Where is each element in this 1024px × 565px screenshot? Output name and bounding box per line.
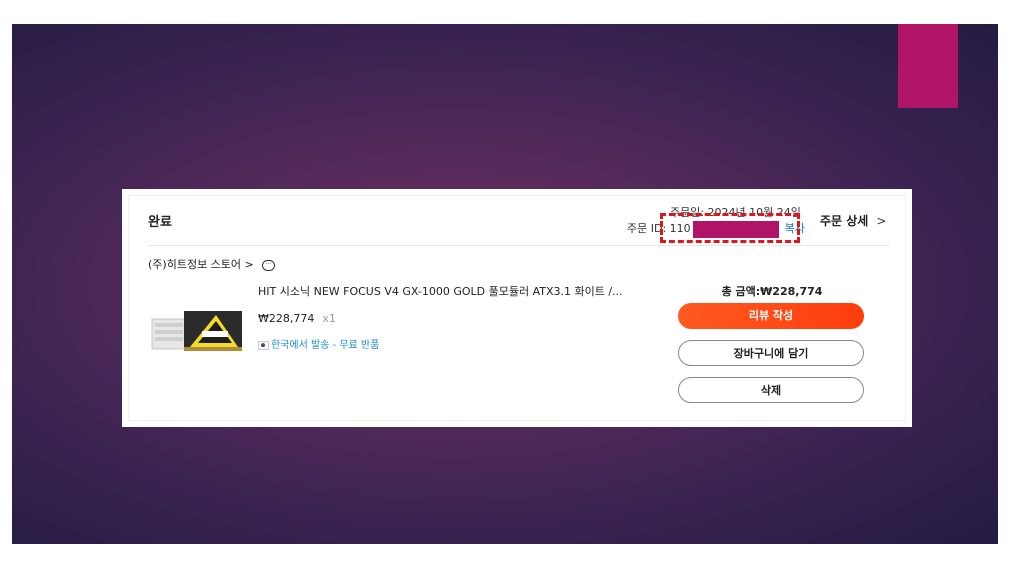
store-link[interactable]: (주)히트정보 스토어 > ··· (148, 256, 275, 272)
delete-button[interactable]: 삭제 (678, 377, 864, 403)
product-title[interactable]: HIT 시소닉 NEW FOCUS V4 GX-1000 GOLD 풀모듈러 A… (258, 283, 623, 299)
store-name: (주)히트정보 스토어 > (148, 258, 254, 271)
quantity: x1 (322, 312, 336, 325)
write-review-button[interactable]: 리뷰 작성 (678, 303, 864, 329)
shipping-info: 한국에서 발송 - 무료 반품 (258, 336, 379, 351)
highlight-annotation-box (660, 213, 800, 243)
chevron-right-icon: > (876, 214, 887, 228)
product-price: ₩228,774 x1 (258, 312, 336, 325)
shipping-text: 한국에서 발송 - 무료 반품 (271, 340, 380, 351)
product-thumbnail[interactable] (150, 303, 246, 359)
accent-block (898, 24, 958, 108)
korea-flag-icon (258, 340, 269, 350)
chat-bubble-icon[interactable]: ··· (261, 259, 275, 271)
order-card: 완료 주문일: 2024년 10월 24일 주문 ID: 110 복사 주문 상세… (122, 189, 912, 427)
presentation-slide-background: 완료 주문일: 2024년 10월 24일 주문 ID: 110 복사 주문 상세… (12, 24, 998, 544)
order-total: 총 금액:₩228,774 (721, 285, 823, 298)
order-status: 완료 (148, 215, 172, 230)
add-to-cart-button[interactable]: 장바구니에 담기 (678, 340, 864, 366)
price-value: ₩228,774 (258, 312, 315, 325)
divider (148, 245, 890, 246)
order-detail-label: 주문 상세 (820, 214, 869, 228)
order-detail-link[interactable]: 주문 상세 > (820, 212, 886, 229)
